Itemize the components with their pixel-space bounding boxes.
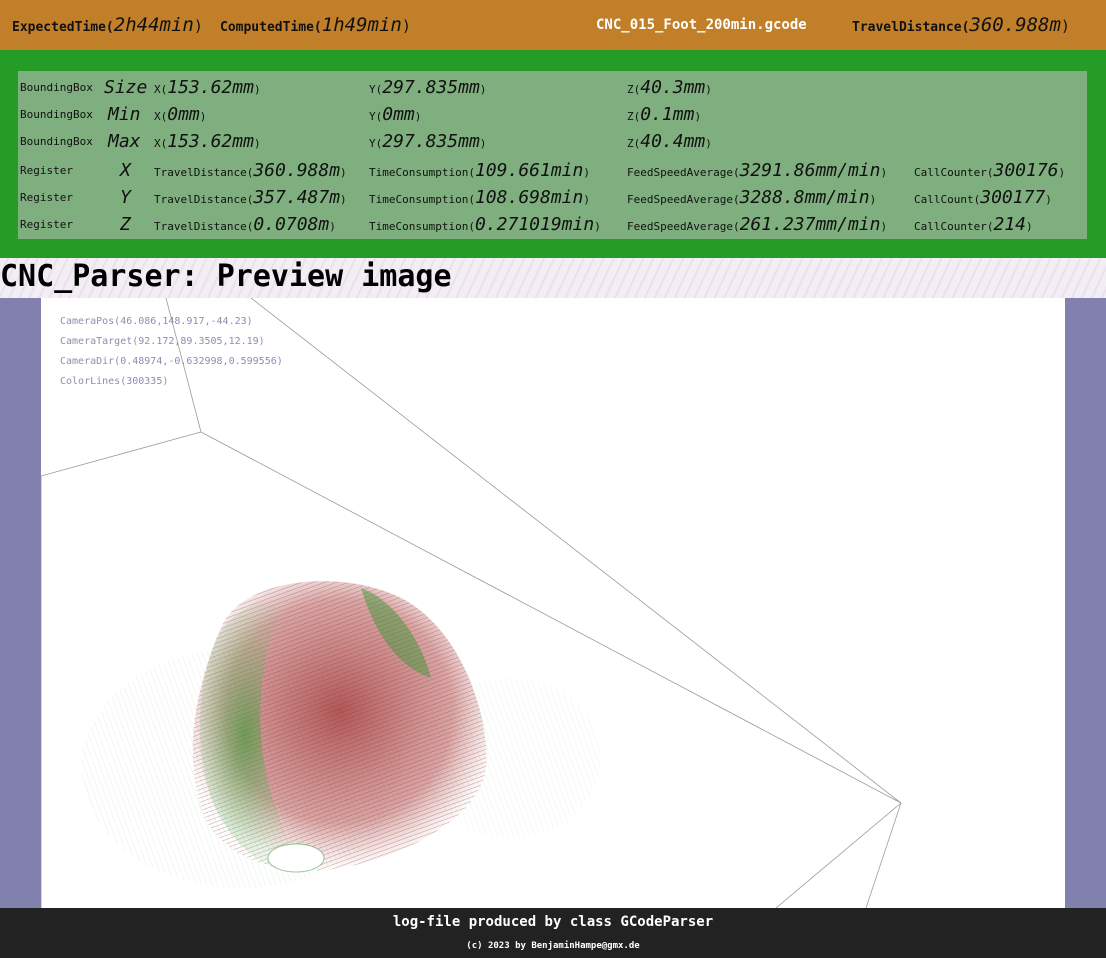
gcode-filename: CNC_015_Foot_200min.gcode [596,17,807,33]
bbox-label: BoundingBox [20,135,93,148]
computed-time-value: 1h49min [321,14,402,36]
bbox-x: X(0mm) [154,104,207,125]
register-time: TimeConsumption(109.661min) [369,160,590,181]
register-time: TimeConsumption(0.271019min) [369,214,601,235]
toolpath-render [41,298,902,908]
toolpath-body [192,581,487,874]
register-axis: X [120,160,131,181]
stats-panel: BoundingBox Size X(153.62mm) Y(297.835mm… [0,50,1106,258]
register-feed: FeedSpeedAverage(3291.86mm/min) [627,160,888,181]
stats-table: BoundingBox Size X(153.62mm) Y(297.835mm… [18,71,1087,239]
header-travel-distance: TravelDistance(360.988m) [852,14,1070,36]
bbox-x: X(153.62mm) [154,77,261,98]
bbox-y: Y(297.835mm) [369,77,487,98]
bbox-y: Y(297.835mm) [369,131,487,152]
register-count: CallCounter(300176) [914,160,1066,181]
color-lines: ColorLines(300335) [60,376,169,387]
title-strip: CNC_Parser: Preview image [0,258,1106,298]
expected-time-label: ExpectedTime( [12,20,114,35]
footer-copyright: (c) 2023 by BenjaminHampe@gmx.de [466,941,640,951]
register-time: TimeConsumption(108.698min) [369,187,590,208]
travel-distance-close: ) [1060,17,1070,35]
bbox-kind: Min [108,104,141,125]
bbox-kind: Size [104,77,148,98]
page-title: CNC_Parser: Preview image [0,259,452,294]
register-label: Register [20,191,73,204]
bbox-label: BoundingBox [20,81,93,94]
register-axis: Y [120,187,131,208]
register-count: CallCount(300177) [914,187,1052,208]
register-count: CallCounter(214) [914,214,1033,235]
header-bar: ExpectedTime(2h44min) ComputedTime(1h49m… [0,0,1106,50]
bbox-label: BoundingBox [20,108,93,121]
footer: log-file produced by class GCodeParser (… [0,908,1106,958]
computed-time-close: ) [401,17,411,35]
footer-text: log-file produced by class GCodeParser [392,914,714,930]
register-distance: TravelDistance(0.0708m) [154,214,336,235]
travel-distance-label: TravelDistance( [852,20,970,35]
preview-image: CameraPos(46.086,148.917,-44.23) CameraT… [41,298,1065,908]
computed-time-label: ComputedTime( [220,20,322,35]
register-axis: Z [120,214,131,235]
bbox-z: Z(40.4mm) [627,131,712,152]
expected-time: ExpectedTime(2h44min) [12,14,203,36]
bbox-z: Z(0.1mm) [627,104,702,125]
camera-target: CameraTarget(92.172,89.3505,12.19) [60,336,265,347]
bbox-y: Y(0mm) [369,104,422,125]
computed-time: ComputedTime(1h49min) [220,14,411,36]
bbox-kind: Max [108,131,141,152]
register-feed: FeedSpeedAverage(3288.8mm/min) [627,187,877,208]
travel-distance-value: 360.988m [969,14,1061,36]
register-label: Register [20,164,73,177]
expected-time-value: 2h44min [113,14,194,36]
camera-pos: CameraPos(46.086,148.917,-44.23) [60,316,253,327]
register-label: Register [20,218,73,231]
register-distance: TravelDistance(360.988m) [154,160,347,181]
bbox-z: Z(40.3mm) [627,77,712,98]
register-distance: TravelDistance(357.487m) [154,187,347,208]
expected-time-close: ) [193,17,203,35]
register-feed: FeedSpeedAverage(261.237mm/min) [627,214,888,235]
camera-dir: CameraDir(0.48974,-0.632998,0.599556) [60,356,283,367]
bbox-x: X(153.62mm) [154,131,261,152]
